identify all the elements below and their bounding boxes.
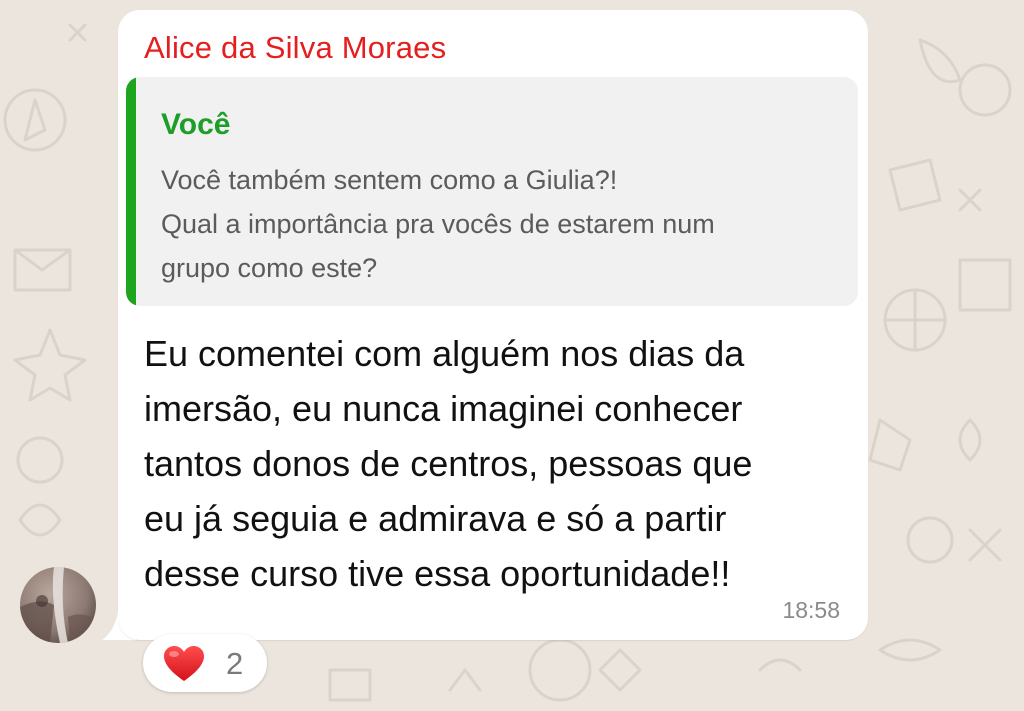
- message-line: imersão, eu nunca imaginei conhecer: [144, 388, 743, 429]
- sender-name[interactable]: Alice da Silva Moraes: [144, 30, 446, 66]
- message-line: eu já seguia e admirava e só a partir: [144, 498, 727, 539]
- quoted-line: Qual a importância pra vocês de estarem …: [161, 209, 715, 239]
- avatar-photo: [20, 567, 96, 643]
- quoted-author: Você: [161, 108, 231, 141]
- quoted-text: Você também sentem como a Giulia?! Qual …: [161, 158, 851, 290]
- quoted-message[interactable]: Você Você também sentem como a Giulia?! …: [126, 77, 858, 306]
- message-bubble[interactable]: Alice da Silva Moraes Você Você também s…: [118, 10, 868, 640]
- message-line: Eu comentei com alguém nos dias da: [144, 333, 745, 374]
- message-text: Eu comentei com alguém nos dias da imers…: [144, 326, 854, 601]
- message-timestamp: 18:58: [782, 597, 840, 623]
- message-line: tantos donos de centros, pessoas que: [144, 443, 753, 484]
- message-line: desse curso tive essa oportunidade!!: [144, 553, 731, 594]
- quoted-line: Você também sentem como a Giulia?!: [161, 165, 618, 195]
- reaction-pill[interactable]: 2: [143, 634, 267, 692]
- sender-avatar[interactable]: [20, 567, 96, 643]
- red-heart-icon: [164, 646, 204, 681]
- quote-accent-bar: [126, 77, 136, 306]
- quoted-line: grupo como este?: [161, 253, 378, 283]
- reaction-count: 2: [226, 646, 244, 681]
